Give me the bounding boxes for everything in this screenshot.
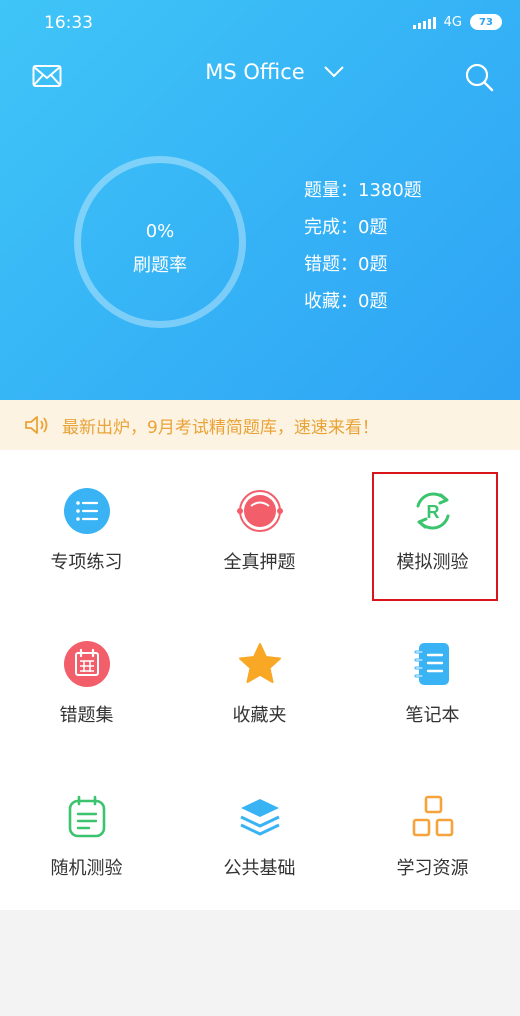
stat-value: 0题 bbox=[358, 216, 388, 238]
highlight-box bbox=[372, 472, 498, 601]
menu-item-label: 专项练习 bbox=[50, 552, 123, 573]
stats-list: 题量： 1380题 完成： 0题 错题： 0题 收藏： 0题 bbox=[304, 170, 422, 318]
menu-item-label: 收藏夹 bbox=[232, 705, 287, 726]
stat-label: 题量 bbox=[304, 179, 340, 201]
calendar-error-icon bbox=[64, 641, 110, 687]
status-indicators: 4G 73 bbox=[412, 14, 502, 30]
notice-text[interactable]: 最新出炉，9月考试精简题库，速速来看！ bbox=[62, 413, 379, 438]
status-time: 16:33 bbox=[44, 13, 93, 33]
subject-selector[interactable]: MS Office bbox=[0, 60, 520, 84]
menu-item-label: 学习资源 bbox=[396, 858, 469, 879]
speaker-icon bbox=[25, 416, 48, 434]
menu-item-favorites[interactable]: 收藏夹 bbox=[173, 603, 346, 756]
progress-rate-value: 0% bbox=[145, 221, 175, 242]
stat-separator: ： bbox=[340, 253, 358, 275]
star-icon bbox=[239, 643, 281, 683]
stat-row: 错题： 0题 bbox=[304, 244, 422, 281]
chevron-down-icon[interactable] bbox=[323, 65, 345, 79]
header-hero: 16:33 4G 73 MS Office 0% 刷题率 题量：1380题 完 bbox=[0, 0, 520, 400]
menu-item-notebook[interactable]: 笔记本 bbox=[346, 603, 519, 756]
menu-item-label: 公共基础 bbox=[223, 858, 296, 879]
target-icon bbox=[237, 490, 283, 532]
layers-icon bbox=[240, 799, 280, 836]
stat-separator: ： bbox=[340, 290, 358, 312]
page-title[interactable]: MS Office bbox=[205, 60, 304, 84]
menu-item-mock-exam[interactable]: 全真押题 bbox=[173, 450, 346, 603]
progress-ring: 0% 刷题率 bbox=[74, 156, 246, 328]
menu-item-wrong-questions[interactable]: 错题集 bbox=[0, 603, 173, 756]
stat-row: 题量： 1380题 bbox=[304, 170, 422, 207]
clipboard-icon bbox=[68, 795, 106, 838]
notice-bar[interactable]: 最新出炉，9月考试精简题库，速速来看！ bbox=[0, 400, 520, 450]
network-type: 4G bbox=[443, 14, 462, 30]
list-icon bbox=[64, 488, 110, 534]
menu-item-label: 随机测验 bbox=[50, 858, 123, 879]
stat-value: 0题 bbox=[358, 253, 388, 275]
blocks-icon bbox=[412, 795, 454, 837]
stat-label: 错题 bbox=[304, 253, 340, 275]
menu-item-learning-resources[interactable]: 学习资源 bbox=[346, 756, 519, 909]
stat-value: 1380题 bbox=[358, 179, 422, 201]
search-icon[interactable] bbox=[464, 62, 494, 92]
stat-row: 收藏： 0题 bbox=[304, 281, 422, 318]
stat-label: 完成 bbox=[304, 216, 340, 238]
menu-item-public-basics[interactable]: 公共基础 bbox=[173, 756, 346, 909]
stat-label: 收藏 bbox=[304, 290, 340, 312]
stat-separator: ： bbox=[340, 216, 358, 238]
menu-item-label: 笔记本 bbox=[405, 705, 460, 726]
menu-item-random-test[interactable]: 随机测验 bbox=[0, 756, 173, 909]
stat-row: 完成： 0题 bbox=[304, 207, 422, 244]
progress-rate-label: 刷题率 bbox=[133, 255, 187, 276]
status-bar: 16:33 4G 73 bbox=[0, 0, 520, 46]
menu-item-special-practice[interactable]: 专项练习 bbox=[0, 450, 173, 603]
stat-value: 0题 bbox=[358, 290, 388, 312]
stat-separator: ： bbox=[340, 179, 358, 201]
menu-item-label: 全真押题 bbox=[223, 552, 296, 573]
notebook-icon bbox=[414, 643, 449, 685]
battery-icon: 73 bbox=[470, 14, 502, 30]
menu-item-label: 错题集 bbox=[59, 705, 114, 726]
signal-icon bbox=[412, 15, 436, 29]
